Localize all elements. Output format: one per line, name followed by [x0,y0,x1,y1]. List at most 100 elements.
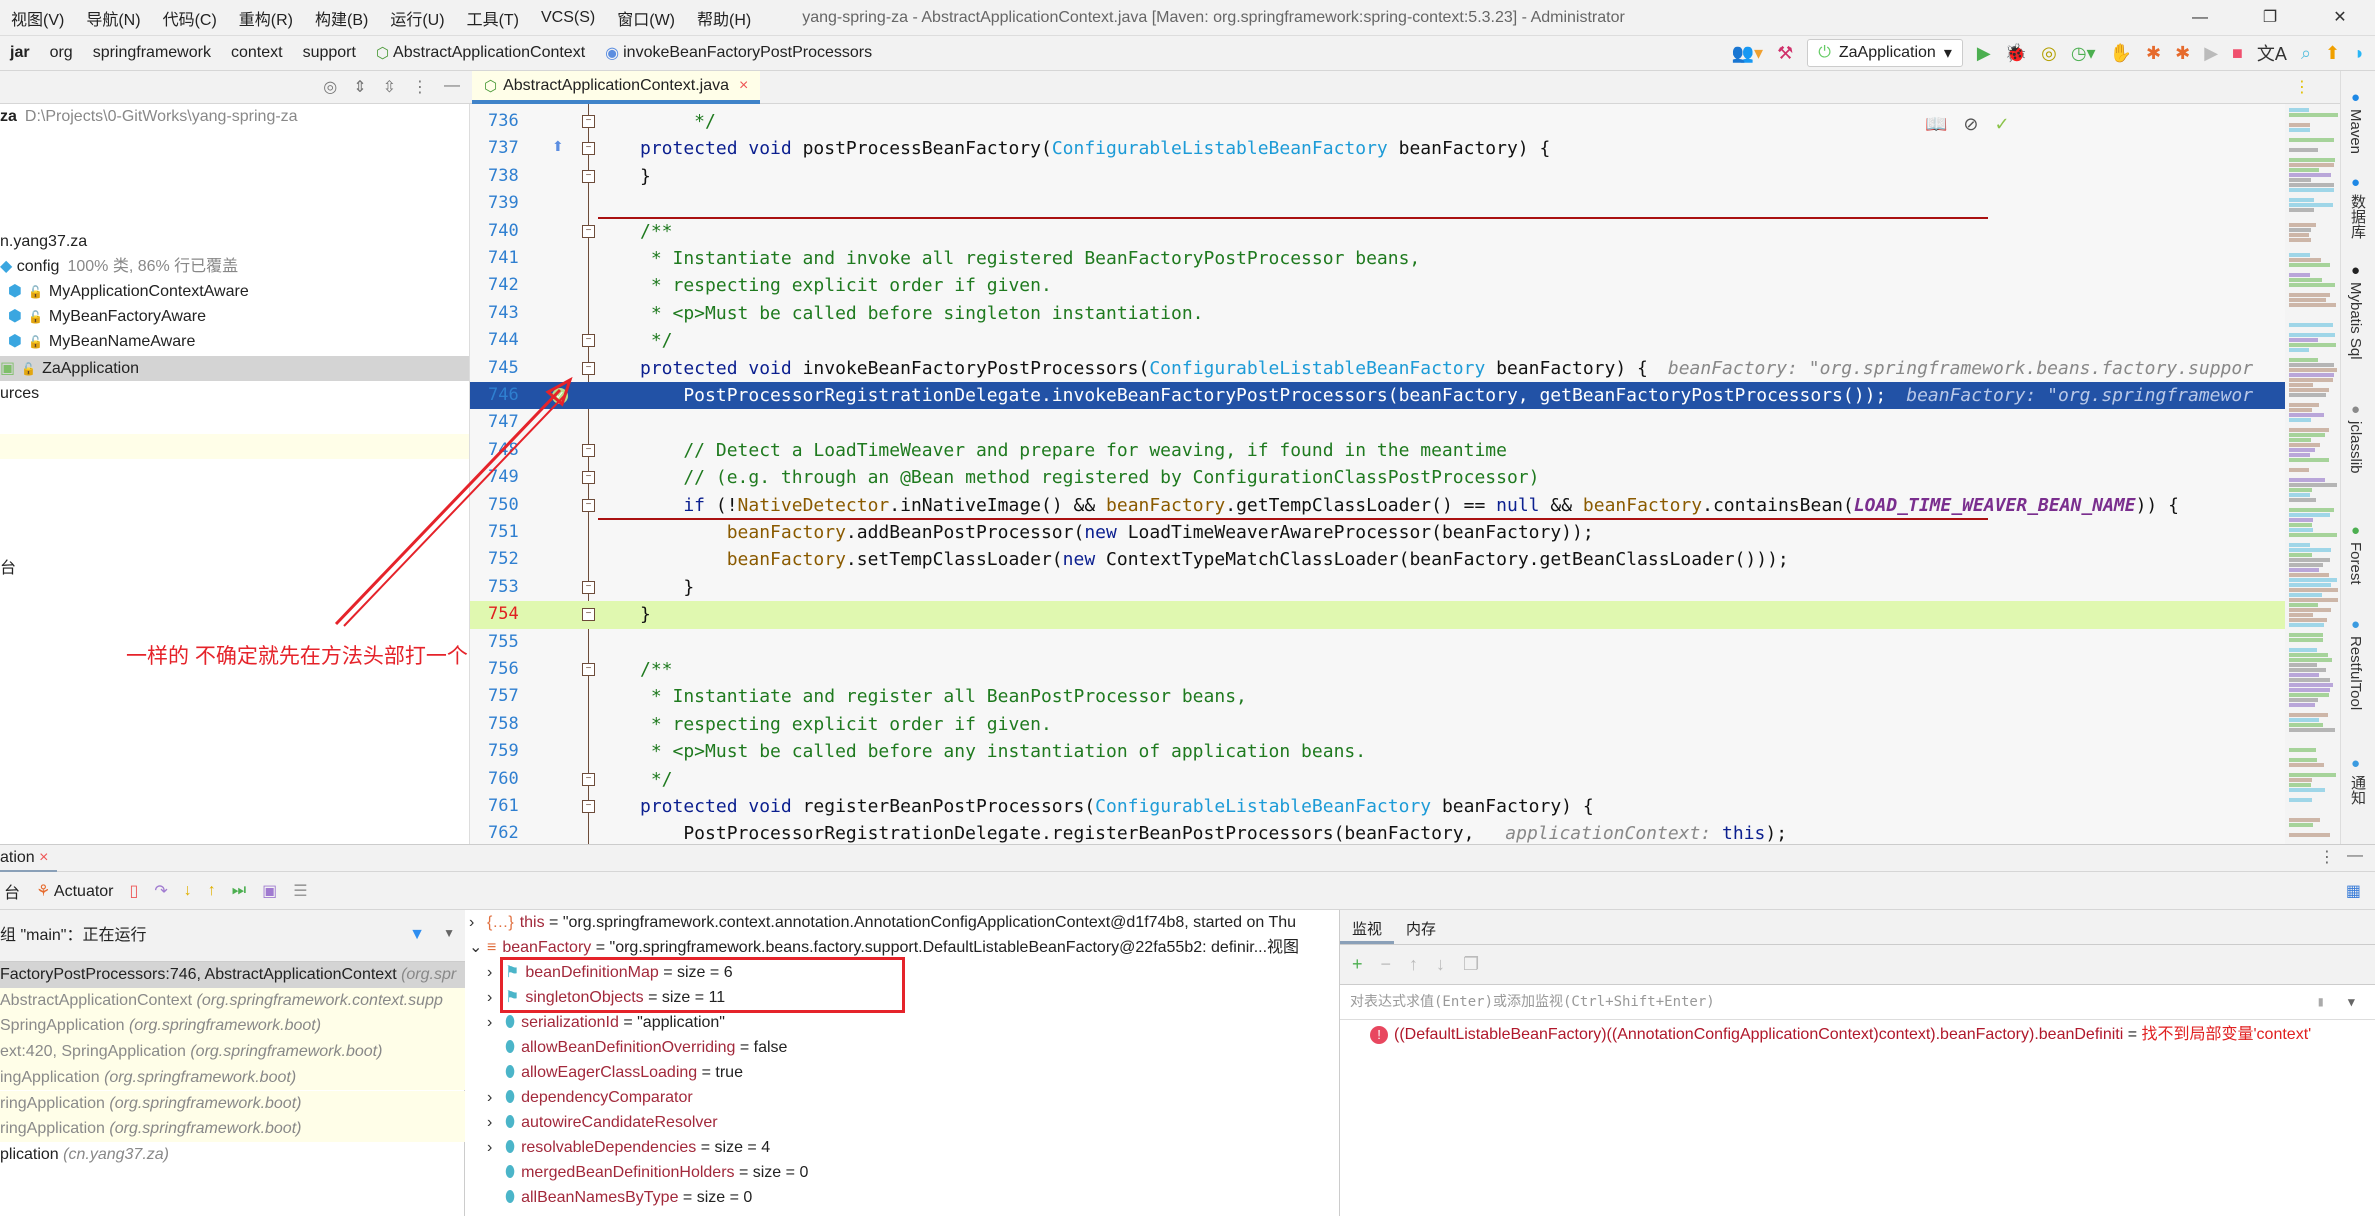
line-number[interactable]: 761 [488,793,528,820]
variable-row[interactable]: ⬮ allBeanNamesByType = size = 0 [487,1185,752,1210]
close-icon[interactable]: × [39,849,48,866]
run-to-cursor-icon[interactable]: ⏭ [232,882,246,900]
evaluate-input[interactable]: 对表达式求值(Enter)或添加监视(Ctrl+Shift+Enter) ▮ ▼ [1340,985,2375,1020]
code-editor[interactable]: */protected void postProcessBeanFactory(… [470,104,2340,844]
line-number[interactable]: 737 [488,135,528,162]
menu-item[interactable]: 导航(N) [75,6,151,30]
threads-icon[interactable]: ☰ [293,881,307,901]
fold-marker-icon[interactable]: − [582,608,595,621]
move-down-icon[interactable]: ↓ [1436,954,1445,975]
menu-item[interactable]: 运行(U) [379,6,455,30]
fold-marker-icon[interactable]: − [582,225,595,238]
menu-item[interactable]: 构建(B) [304,6,379,30]
line-number[interactable]: 748 [488,437,528,464]
bookmark-icon[interactable]: ▮ [2317,985,2325,1020]
thread-selector[interactable]: 组 "main"：正在运行 ▼ ▼ [0,910,465,962]
stack-frame[interactable]: plication (cn.yang37.za) [0,1142,465,1168]
fold-marker-icon[interactable]: − [582,444,595,457]
debug-icon[interactable]: 🐞 [2005,43,2027,64]
breadcrumb-item[interactable]: jar [0,43,40,63]
line-number[interactable]: 758 [488,711,528,738]
plugin-icon[interactable]: ◗ [2354,43,2365,64]
line-number[interactable]: 746 [488,382,528,409]
rebel-run-icon[interactable]: ✱ [2146,43,2161,64]
run-config-select[interactable]: ⏻ ZaApplication ▾ [1807,39,1963,67]
options-icon[interactable]: ⋮ [412,77,428,97]
breadcrumb-item[interactable]: ⬡ AbstractApplicationContext [366,43,595,63]
copy-icon[interactable]: ❐ [1463,954,1479,975]
restore-layout-icon[interactable]: ▯ [130,881,139,901]
tree-root[interactable]: za D:\Projects\0-GitWorks\yang-spring-za [0,104,470,129]
step-into-icon[interactable]: ↓ [184,882,192,900]
build-hammer-icon[interactable]: ⚒ [1777,43,1793,64]
code-line[interactable]: protected void postProcessBeanFactory(Co… [470,135,2340,162]
tree-item-class[interactable]: ⬢ 🔓 MyApplicationContextAware [8,279,470,304]
stack-frame[interactable]: ringApplication (org.springframework.boo… [0,1091,465,1117]
code-line[interactable]: /** [470,656,2340,683]
stack-frame[interactable]: SpringApplication (org.springframework.b… [0,1013,465,1039]
vcs-users-icon[interactable]: 👥▾ [1732,43,1763,64]
close-button[interactable]: ✕ [2305,0,2375,36]
translate-icon[interactable]: 文A [2257,40,2287,66]
profiler-icon[interactable]: ◷▾ [2071,43,2096,64]
step-over-icon[interactable]: ↷ [154,881,167,901]
code-line[interactable]: // (e.g. through an @Bean method registe… [470,464,2340,491]
variable-row[interactable]: › ⬮ autowireCandidateResolver [487,1110,718,1135]
stack-frame[interactable]: FactoryPostProcessors:746, AbstractAppli… [0,962,465,988]
line-number[interactable]: 740 [488,218,528,245]
menu-item[interactable]: 窗口(W) [606,6,686,30]
fold-marker-icon[interactable]: − [582,142,595,155]
fold-marker-icon[interactable]: − [582,362,595,375]
code-line[interactable]: PostProcessorRegistrationDelegate.regist… [470,820,2340,844]
add-watch-icon[interactable]: + [1352,954,1363,975]
code-line[interactable]: } [470,574,2340,601]
code-line[interactable]: beanFactory.setTempClassLoader(new Conte… [470,546,2340,573]
step-out-icon[interactable]: ↑ [208,882,216,900]
chevron-down-icon[interactable]: ⌄ [469,935,487,960]
fold-marker-icon[interactable]: − [582,581,595,594]
fold-marker-icon[interactable]: − [582,663,595,676]
history-dropdown-icon[interactable]: ▼ [2348,985,2355,1020]
close-icon[interactable]: × [739,77,748,95]
collapse-all-icon[interactable]: ⇳ [383,77,396,97]
hide-hints-icon[interactable]: ⊘ [1963,114,1978,135]
line-number[interactable]: 738 [488,163,528,190]
filter-icon[interactable]: ▼ [409,926,425,944]
tool-window-icon[interactable]: ● [2347,522,2364,539]
code-line[interactable]: * respecting explicit order if given. [470,711,2340,738]
line-number[interactable]: 741 [488,245,528,272]
code-line[interactable]: protected void invokeBeanFactoryPostProc… [470,355,2340,382]
fold-marker-icon[interactable]: − [582,773,595,786]
reader-mode-icon[interactable]: 📖 [1925,114,1947,135]
menu-item[interactable]: VCS(S) [530,9,606,27]
line-number[interactable]: 755 [488,629,528,656]
move-up-icon[interactable]: ↑ [1409,954,1418,975]
expand-all-icon[interactable]: ⇕ [353,77,366,97]
menu-item[interactable]: 代码(C) [152,6,228,30]
coverage-icon[interactable]: ◎ [2041,43,2057,64]
menu-item[interactable]: 工具(T) [456,6,530,30]
stack-frame[interactable]: AbstractApplicationContext (org.springfr… [0,988,465,1014]
fold-marker-icon[interactable]: − [582,800,595,813]
update-icon[interactable]: ⬆ [2325,43,2340,64]
chevron-right-icon[interactable]: › [487,1010,505,1035]
code-line[interactable]: */ [470,327,2340,354]
variable-row[interactable]: › ⬮ resolvableDependencies = size = 4 [487,1135,770,1160]
code-line[interactable]: */ [470,108,2340,135]
line-number[interactable]: 759 [488,738,528,765]
variable-row[interactable]: ⬮ mergedBeanDefinitionHolders = size = 0 [487,1160,808,1185]
code-line[interactable]: /** [470,218,2340,245]
tool-window-restfultool[interactable]: RestfulTool [2347,636,2364,710]
layout-icon[interactable]: ▦ [2346,881,2361,901]
line-number[interactable]: 736 [488,108,528,135]
breadcrumb-item[interactable]: springframework [83,43,221,63]
debug-session-tab[interactable]: ation × [0,845,57,873]
code-line[interactable]: beanFactory.addBeanPostProcessor(new Loa… [470,519,2340,546]
code-line[interactable]: */ [470,766,2340,793]
line-number[interactable]: 739 [488,190,528,217]
code-line[interactable] [470,190,2340,217]
code-line[interactable] [470,409,2340,436]
tool-window-icon[interactable]: ● [2347,174,2364,191]
tool-window-通知[interactable]: 通知 [2347,775,2368,805]
fold-marker-icon[interactable]: − [582,471,595,484]
